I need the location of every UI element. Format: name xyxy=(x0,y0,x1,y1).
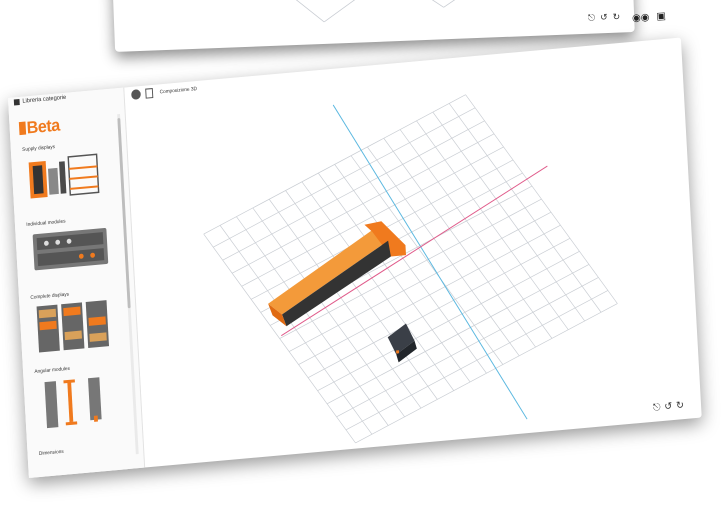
library-title: Libreria categorie xyxy=(22,94,67,105)
document-icon[interactable] xyxy=(145,87,154,99)
cart-icon[interactable]: ▣ xyxy=(656,11,666,23)
secondary-window: ⎋ ↺ ↻ xyxy=(112,0,635,52)
individual-modules-thumbnail[interactable] xyxy=(29,223,118,277)
angular-modules-thumbnail[interactable] xyxy=(37,371,127,431)
grid-line xyxy=(279,198,542,339)
grid-line xyxy=(298,224,561,365)
3d-viewport[interactable] xyxy=(126,53,702,467)
floor-grid xyxy=(203,94,618,444)
grid-line xyxy=(432,111,585,322)
library-header: Libreria categorie xyxy=(13,94,67,106)
secondary-grid-lines xyxy=(251,0,522,23)
category-supply-displays[interactable]: Supply displays xyxy=(22,144,55,153)
beta-logo: Beta xyxy=(18,115,61,140)
category-dimensions[interactable]: Dimensions xyxy=(39,449,64,457)
top-right-icons: ◉◉ ▣ xyxy=(632,11,667,24)
grid-line xyxy=(416,120,569,330)
camera-reset-icon[interactable]: ⎋ xyxy=(588,12,596,23)
camera-reset-icon[interactable]: ⎋ xyxy=(653,402,661,414)
grid-line xyxy=(326,264,590,405)
redo-icon[interactable]: ↻ xyxy=(612,12,620,23)
grid-line xyxy=(355,303,618,444)
library-icon xyxy=(13,98,20,106)
globe-icon[interactable] xyxy=(131,89,142,100)
cabinet-module-model[interactable] xyxy=(387,323,417,364)
category-complete-displays[interactable]: Complete displays xyxy=(30,292,69,301)
category-individual-modules[interactable]: Individual modules xyxy=(26,218,65,228)
grid-line xyxy=(336,277,599,418)
complete-displays-thumbnail[interactable] xyxy=(33,297,123,355)
grid-line xyxy=(203,94,466,235)
grid-line xyxy=(345,290,609,431)
grid-line xyxy=(465,94,618,304)
category-sidebar: Libreria categorie Beta Supply displays … xyxy=(8,87,146,479)
secondary-view-controls: ⎋ ↺ ↻ xyxy=(588,12,621,24)
grid-line xyxy=(399,129,553,339)
supply-displays-thumbnail[interactable] xyxy=(25,149,115,205)
undo-icon[interactable]: ↺ xyxy=(600,12,608,23)
category-angular-modules[interactable]: Angular modules xyxy=(34,366,70,375)
grid-line xyxy=(448,103,602,313)
binoculars-icon[interactable]: ◉◉ xyxy=(632,12,650,24)
grid-line xyxy=(383,138,536,348)
configurator-window: Libreria categorie Beta Supply displays … xyxy=(8,37,702,479)
undo-icon[interactable]: ↺ xyxy=(664,401,673,413)
composition-title: Composizione 3D xyxy=(159,86,198,96)
redo-icon[interactable]: ↻ xyxy=(676,400,685,412)
brand-name: Beta xyxy=(26,115,61,138)
